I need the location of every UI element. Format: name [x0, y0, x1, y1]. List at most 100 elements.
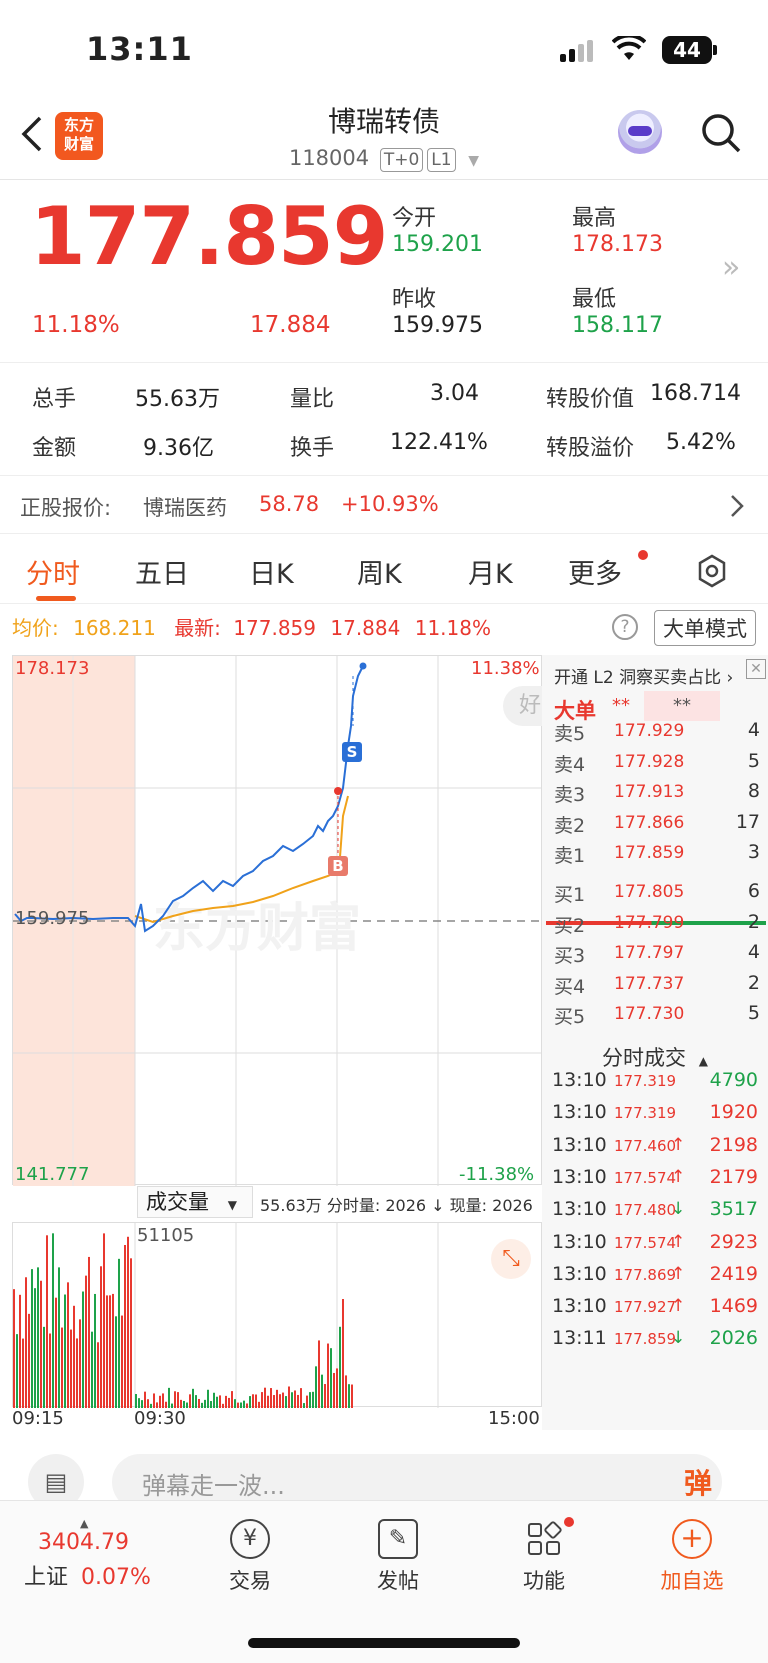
latest-label: 最新: [174, 616, 221, 640]
volume-bar [300, 1388, 302, 1408]
tab-more[interactable]: 更多 [568, 552, 622, 591]
index-value: 3404.79 [38, 1530, 129, 1555]
last-price: 177.859 [30, 190, 388, 283]
volume-bar [16, 1334, 18, 1408]
gear-icon[interactable] [695, 554, 729, 588]
volume-chart[interactable]: 51105 ⤡ [12, 1222, 542, 1408]
turnover-label: 换手 [290, 436, 335, 461]
volume-selector-label: 成交量 [146, 1190, 209, 1214]
chart-info-row: 均价: 168.211 最新: 177.859 17.884 11.18% [12, 612, 491, 641]
ask-qty: 8 [747, 780, 760, 802]
underlying-stock-row[interactable]: 正股报价: 博瑞医药 58.78 +10.93% [0, 478, 768, 534]
volume-bar [333, 1372, 335, 1408]
bid-qty: 4 [747, 941, 760, 963]
home-indicator [248, 1638, 520, 1648]
change-abs: 17.884 [250, 312, 331, 338]
ask-row[interactable]: 卖4 177.928 5 [554, 750, 760, 782]
volume-bar [138, 1398, 140, 1408]
robot-avatar-icon[interactable] [618, 110, 662, 154]
volume-bar [345, 1375, 347, 1408]
volume-bar [64, 1294, 66, 1408]
sell-marker[interactable]: S [342, 742, 362, 762]
bid-row[interactable]: 买2 177.799 2 [554, 911, 760, 943]
volume-bar [147, 1399, 149, 1408]
volume-bar [52, 1233, 54, 1408]
double-chevron-right-icon[interactable]: » [722, 250, 740, 285]
volume-bar [130, 1258, 132, 1408]
tab-weekly-k[interactable]: 周K [357, 552, 402, 591]
tick-row: 13:10 177.574 ↑ 2179 [552, 1166, 758, 1198]
tab-daily-k[interactable]: 日K [249, 552, 294, 591]
premium-value: 5.42% [666, 430, 736, 455]
volume-bar [303, 1403, 305, 1408]
tick-qty: 2179 [709, 1165, 758, 1188]
help-icon[interactable]: ? [612, 614, 638, 640]
volume-bar [100, 1266, 102, 1408]
ask-row[interactable]: 卖5 177.929 4 [554, 719, 760, 751]
volume-selector[interactable]: 成交量 ▼ [137, 1186, 253, 1218]
buy-marker[interactable]: B [328, 856, 348, 876]
bid-row[interactable]: 买4 177.737 2 [554, 972, 760, 1004]
tab-intraday[interactable]: 分时 [26, 552, 80, 591]
volume-bar [76, 1338, 78, 1408]
ask-price: 177.929 [614, 721, 685, 741]
ask-row[interactable]: 卖3 177.913 8 [554, 780, 760, 812]
bid-row[interactable]: 买1 177.805 6 [554, 880, 760, 912]
danmaku-toggle[interactable]: 弹 [684, 1462, 712, 1502]
underlying-price: 58.78 [259, 492, 320, 516]
expand-icon[interactable]: ⤡ [491, 1239, 531, 1279]
intraday-price-chart[interactable]: 东方财富 178.173 159.975 141.777 11.38% -11.… [12, 655, 553, 1186]
avg-value: 168.211 [73, 616, 156, 640]
nav-add-watchlist[interactable]: + 加自选 [642, 1519, 742, 1595]
tick-qty: 2419 [709, 1262, 758, 1285]
volume-bar [267, 1395, 269, 1408]
x-axis-open: 09:30 [134, 1408, 186, 1429]
volume-bar [180, 1399, 182, 1408]
tick-qty: 1469 [709, 1295, 758, 1318]
tick-dir: ↓ [671, 1199, 686, 1220]
volume-bar [49, 1333, 51, 1408]
tick-row: 13:11 177.859 ↓ 2026 [552, 1327, 758, 1359]
volume-bar [31, 1269, 33, 1408]
l2-promo[interactable]: 开通 L2 洞察买卖占比 › [554, 663, 733, 688]
volume-bar [55, 1297, 57, 1408]
tick-price: 177.480 [614, 1201, 677, 1220]
nav-trade[interactable]: ¥ 交易 [200, 1519, 300, 1595]
low-label: 最低 [572, 287, 617, 312]
bid-row[interactable]: 买3 177.797 4 [554, 941, 760, 973]
volume-bar [85, 1275, 87, 1408]
volume-bar [162, 1393, 164, 1408]
nav-functions-label: 功能 [523, 1569, 565, 1593]
tick-row: 13:10 177.480 ↓ 3517 [552, 1198, 758, 1230]
volume-bar [198, 1398, 200, 1408]
volume-bar [40, 1280, 42, 1408]
volume-bar [246, 1403, 248, 1408]
volume-bar [288, 1386, 290, 1408]
volume-bar [91, 1331, 93, 1408]
ask-row[interactable]: 卖2 177.866 17 [554, 811, 760, 843]
ask-row[interactable]: 卖1 177.859 3 [554, 841, 760, 873]
open-value: 159.201 [392, 232, 483, 257]
tick-time: 13:10 [552, 1198, 607, 1221]
tick-price: 177.869 [614, 1265, 677, 1284]
tab-monthly-k[interactable]: 月K [468, 552, 513, 591]
ticks-title[interactable]: 分时成交 ▲ [542, 1042, 768, 1072]
low-value: 158.117 [572, 313, 663, 338]
ask-qty: 17 [735, 810, 760, 833]
volume-bar [258, 1401, 260, 1408]
bid-qty: 5 [747, 1002, 760, 1024]
volume-bar [46, 1235, 48, 1408]
tick-time: 13:10 [552, 1295, 607, 1318]
big-order-mode-button[interactable]: 大单模式 [654, 610, 756, 646]
nav-functions[interactable]: 功能 [494, 1517, 594, 1595]
search-icon[interactable] [700, 112, 742, 154]
header: 东方 财富 博瑞转债 118004 T+0 L1 ▼ [0, 100, 768, 180]
index-ticker[interactable]: ▲ 3404.79 上证 0.07% [24, 1517, 174, 1591]
volume-value: 55.63万 [135, 387, 220, 412]
close-icon[interactable]: ✕ [746, 659, 766, 679]
bid-row[interactable]: 买5 177.730 5 [554, 1002, 760, 1034]
volume-label: 总手 [32, 387, 77, 412]
volume-bar [25, 1277, 27, 1408]
tab-five-day[interactable]: 五日 [135, 552, 189, 591]
nav-post[interactable]: ✎ 发帖 [348, 1519, 448, 1595]
